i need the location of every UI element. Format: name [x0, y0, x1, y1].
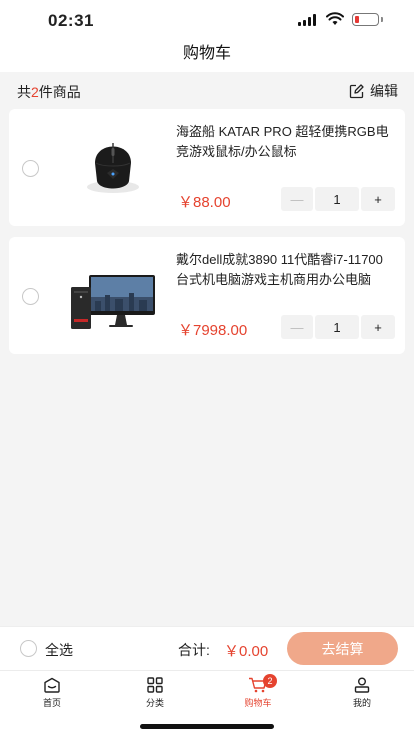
select-all-radio[interactable] [20, 640, 37, 657]
cart-badge: 2 [263, 674, 277, 688]
nav-bar: 购物车 [0, 40, 414, 72]
edit-label: 编辑 [370, 83, 398, 99]
increase-button[interactable]: + [361, 315, 395, 339]
tab-label: 我的 [352, 698, 371, 708]
quantity-value[interactable]: 1 [315, 187, 359, 211]
item-select-radio[interactable] [22, 160, 39, 177]
cart-item: 海盗船 KATAR PRO 超轻便携RGB电竞游戏鼠标/办公鼠标 ￥88.00 … [9, 109, 405, 226]
product-price: ￥88.00 [178, 194, 231, 211]
status-bar: 02:31 [0, 0, 414, 40]
tab-category[interactable]: 分类 [125, 677, 185, 709]
home-indicator [140, 724, 274, 729]
home-icon [44, 677, 60, 693]
total-label: 合计: [178, 642, 210, 658]
cart-summary: 共2件商品 编辑 [0, 78, 414, 102]
tab-profile[interactable]: 我的 [332, 677, 392, 709]
product-title[interactable]: 戴尔dell成就3890 11代酷睿i7-11700 台式机电脑游戏主机商用办公… [176, 250, 398, 292]
profile-icon [354, 677, 370, 693]
tab-label: 首页 [42, 698, 61, 708]
signal-icon [298, 14, 318, 26]
tab-home[interactable]: 首页 [22, 677, 82, 709]
product-price: ￥7998.00 [178, 322, 248, 339]
decrease-button[interactable]: — [281, 315, 313, 339]
quantity-stepper: — 1 + [281, 315, 397, 339]
item-select-radio[interactable] [22, 288, 39, 305]
quantity-stepper: — 1 + [281, 187, 397, 211]
checkout-button[interactable]: 去结算 [287, 632, 398, 665]
select-all-label[interactable]: 全选 [45, 640, 73, 660]
edit-icon [349, 83, 364, 98]
edit-button[interactable]: 编辑 [349, 81, 398, 101]
battery-icon [352, 13, 379, 26]
tab-label: 购物车 [244, 698, 272, 708]
page-title: 购物车 [182, 45, 231, 62]
desktop-computer-image [71, 275, 155, 329]
status-time: 02:31 [48, 11, 94, 30]
checkout-bar: 全选 合计: ￥0.00 去结算 [0, 626, 414, 670]
quantity-value[interactable]: 1 [315, 315, 359, 339]
total-value: ￥0.00 [224, 643, 269, 660]
wifi-icon [326, 12, 344, 25]
item-count: 2 [31, 84, 39, 100]
item-count-text: 共2件商品 [17, 84, 81, 100]
gaming-mouse-image [87, 143, 139, 193]
product-title[interactable]: 海盗船 KATAR PRO 超轻便携RGB电竞游戏鼠标/办公鼠标 [176, 122, 398, 164]
tab-label: 分类 [145, 698, 164, 708]
cart-item: 戴尔dell成就3890 11代酷睿i7-11700 台式机电脑游戏主机商用办公… [9, 237, 405, 354]
increase-button[interactable]: + [361, 187, 395, 211]
category-icon [147, 677, 163, 693]
tab-cart[interactable]: 2 购物车 [228, 674, 288, 709]
decrease-button[interactable]: — [281, 187, 313, 211]
